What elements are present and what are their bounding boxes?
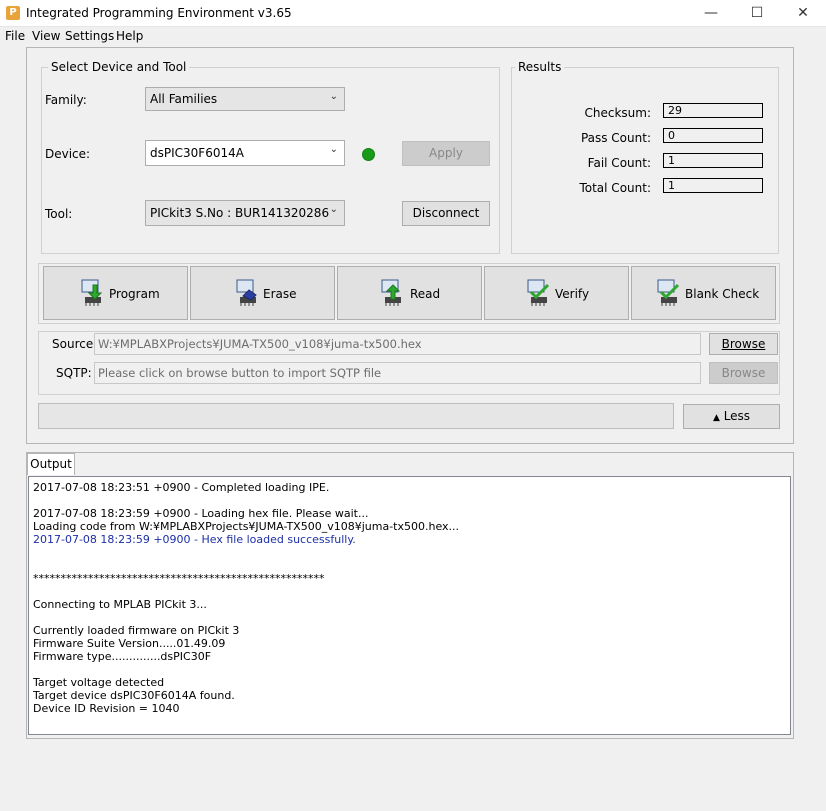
device-select[interactable]: dsPIC30F6014A ⌄: [145, 140, 345, 166]
apply-button[interactable]: Apply: [402, 141, 490, 166]
erase-button[interactable]: Erase: [190, 266, 335, 320]
device-label: Device:: [45, 147, 91, 161]
sqtp-label: SQTP:: [56, 366, 92, 380]
tool-select[interactable]: PICkit3 S.No : BUR141320286 ⌄: [145, 200, 345, 226]
read-button[interactable]: Read: [337, 266, 482, 320]
output-line: Firmware Suite Version.....01.49.09: [33, 637, 226, 650]
program-button[interactable]: Program: [43, 266, 188, 320]
maximize-button[interactable]: ☐: [734, 0, 780, 27]
output-line: Target voltage detected: [33, 676, 165, 689]
fail-count-value: 1: [663, 153, 763, 168]
source-path-field[interactable]: W:¥MPLABXProjects¥JUMA-TX500_v108¥juma-t…: [94, 333, 701, 355]
chevron-down-icon: ⌄: [329, 91, 338, 102]
window-title: Integrated Programming Environment v3.65: [26, 6, 292, 20]
family-label: Family:: [45, 93, 87, 107]
minimize-button[interactable]: —: [688, 0, 734, 27]
output-line: 2017-07-08 18:23:51 +0900 - Completed lo…: [33, 481, 330, 494]
chevron-down-icon: ⌄: [329, 204, 338, 215]
read-label: Read: [410, 287, 441, 301]
tool-label: Tool:: [45, 207, 73, 221]
output-line: Connecting to MPLAB PICkit 3...: [33, 598, 207, 611]
source-browse-button[interactable]: Browse: [709, 333, 778, 355]
blank-check-label: Blank Check: [685, 287, 760, 301]
menu-file[interactable]: File: [5, 29, 25, 43]
output-line: Device ID Revision = 1040: [33, 702, 180, 715]
less-button[interactable]: ▲ Less: [683, 404, 780, 429]
verify-button[interactable]: Verify: [484, 266, 629, 320]
app-logo-icon: P: [6, 6, 20, 20]
checksum-label: Checksum:: [584, 106, 651, 120]
total-count-value: 1: [663, 178, 763, 193]
results-group-title: Results: [515, 60, 565, 74]
sqtp-path-field[interactable]: Please click on browse button to import …: [94, 362, 701, 384]
tab-output[interactable]: Output: [27, 453, 75, 475]
sqtp-browse-button[interactable]: Browse: [709, 362, 778, 384]
output-line: 2017-07-08 18:23:59 +0900 - Loading hex …: [33, 507, 369, 520]
device-tool-group-title: Select Device and Tool: [48, 60, 190, 74]
checksum-value: 29: [663, 103, 763, 118]
chevron-up-icon: ▲: [712, 413, 720, 423]
verify-icon: [527, 279, 550, 306]
fail-count-label: Fail Count:: [587, 156, 651, 170]
output-line: Firmware type..............dsPIC30F: [33, 650, 212, 663]
blank-check-icon: [657, 279, 680, 306]
output-log[interactable]: 2017-07-08 18:23:51 +0900 - Completed lo…: [28, 476, 791, 735]
family-select[interactable]: All Families ⌄: [145, 87, 345, 111]
connection-status-indicator: [362, 148, 375, 161]
family-select-value: All Families: [150, 92, 218, 106]
menu-help[interactable]: Help: [116, 29, 143, 43]
output-line: 2017-07-08 18:23:59 +0900 - Hex file loa…: [33, 533, 356, 546]
source-label: Source:: [52, 337, 98, 351]
output-line: Loading code from W:¥MPLABXProjects¥JUMA…: [33, 520, 460, 533]
pass-count-value: 0: [663, 128, 763, 143]
erase-label: Erase: [263, 287, 297, 301]
pass-count-label: Pass Count:: [580, 131, 651, 145]
blank-check-button[interactable]: Blank Check: [631, 266, 776, 320]
total-count-label: Total Count:: [579, 181, 651, 195]
less-label: Less: [723, 409, 751, 423]
output-line: Target device dsPIC30F6014A found.: [33, 689, 235, 702]
output-line: ****************************************…: [33, 572, 325, 585]
program-icon: [81, 279, 103, 306]
read-icon: [381, 279, 401, 306]
erase-icon: [236, 279, 257, 306]
device-select-value: dsPIC30F6014A: [150, 146, 244, 160]
close-button[interactable]: ✕: [780, 0, 826, 27]
menu-settings[interactable]: Settings: [65, 29, 114, 43]
chevron-down-icon: ⌄: [329, 144, 338, 155]
output-line: Currently loaded firmware on PICkit 3: [33, 624, 240, 637]
menu-view[interactable]: View: [32, 29, 60, 43]
verify-label: Verify: [555, 287, 590, 301]
disconnect-button[interactable]: Disconnect: [402, 201, 490, 226]
progress-bar: [38, 403, 674, 429]
tool-select-value: PICkit3 S.No : BUR141320286: [150, 206, 330, 220]
program-label: Program: [109, 287, 160, 301]
